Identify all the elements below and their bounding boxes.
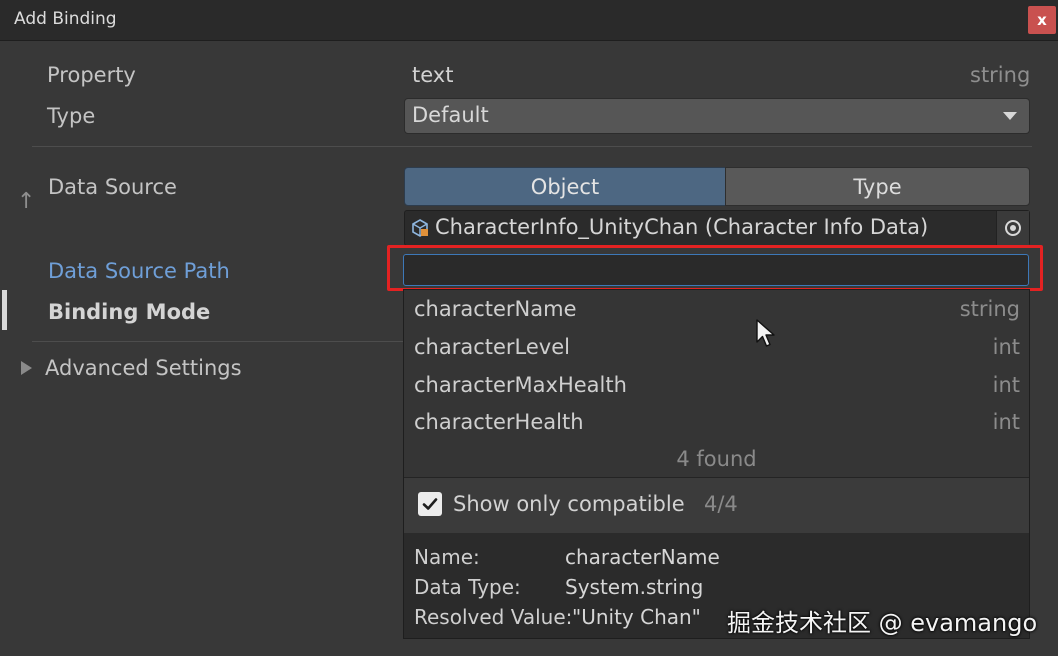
detail-resolved-value: "Unity Chan" (572, 605, 701, 629)
watermark-text: 掘金技术社区 @ evamango (727, 609, 1038, 637)
checkmark-icon (422, 498, 438, 510)
compatible-count: 4/4 (704, 492, 738, 516)
property-type: string (970, 63, 1031, 87)
detail-name-key: Name: (414, 545, 480, 569)
detail-name-value: characterName (565, 545, 720, 569)
show-compatible-label[interactable]: Show only compatible (453, 492, 685, 516)
detail-data-type-value: System.string (565, 575, 704, 599)
type-dropdown-value: Default (412, 103, 489, 127)
detail-data-type-key: Data Type: (414, 575, 521, 599)
target-icon (1005, 220, 1021, 236)
data-source-label: Data Source (48, 175, 177, 199)
path-option-type: int (992, 335, 1020, 359)
path-option-type: string (959, 297, 1020, 321)
detail-resolved-key: Resolved Value: (414, 605, 573, 629)
title-bar: Add Binding x (0, 0, 1058, 41)
path-option-charactername[interactable]: characterName string (414, 292, 1020, 326)
section-divider-2 (32, 341, 404, 342)
data-source-up-icon: ↑ (17, 189, 36, 214)
path-option-characterhealth[interactable]: characterHealth int (414, 405, 1020, 439)
path-option-charactermaxhealth[interactable]: characterMaxHealth int (414, 368, 1020, 402)
property-value: text (412, 63, 454, 87)
advanced-settings-foldout[interactable]: Advanced Settings (45, 356, 242, 380)
path-option-characterlevel[interactable]: characterLevel int (414, 330, 1020, 364)
data-source-tab-object[interactable]: Object (404, 167, 726, 206)
annotation-highlight-box (387, 245, 1043, 291)
path-option-name: characterLevel (414, 335, 570, 359)
property-label: Property (47, 63, 136, 87)
data-source-tab-type-label: Type (853, 174, 902, 199)
window-title: Add Binding (14, 9, 117, 29)
path-option-name: characterName (414, 297, 577, 321)
path-option-type: int (992, 410, 1020, 434)
chevron-down-icon (1003, 112, 1017, 120)
data-source-path-popup: characterName string characterLevel int … (403, 289, 1030, 639)
compatible-filter-bar: Show only compatible 4/4 (404, 477, 1029, 534)
found-count: 4 found (676, 447, 757, 471)
data-source-object-field[interactable]: CharacterInfo_UnityChan (Character Info … (404, 210, 1030, 246)
close-icon: x (1037, 11, 1047, 29)
binding-mode-label: Binding Mode (48, 300, 211, 324)
data-source-tab-type[interactable]: Type (725, 167, 1030, 206)
scriptable-object-icon (412, 219, 428, 237)
path-option-type: int (992, 373, 1020, 397)
object-picker-button[interactable] (996, 211, 1029, 245)
chevron-right-icon[interactable] (21, 361, 32, 375)
mouse-cursor-icon (756, 319, 775, 347)
section-divider (32, 146, 1032, 147)
close-button[interactable]: x (1028, 6, 1056, 34)
type-label: Type (47, 104, 96, 128)
path-option-name: characterMaxHealth (414, 373, 627, 397)
path-option-name: characterHealth (414, 410, 584, 434)
data-source-tab-object-label: Object (530, 174, 600, 199)
show-compatible-checkbox[interactable] (418, 492, 442, 516)
data-source-path-label: Data Source Path (48, 259, 230, 283)
data-source-object-name: CharacterInfo_UnityChan (Character Info … (435, 215, 929, 239)
type-dropdown[interactable]: Default (404, 98, 1030, 134)
selection-indicator (2, 290, 7, 330)
